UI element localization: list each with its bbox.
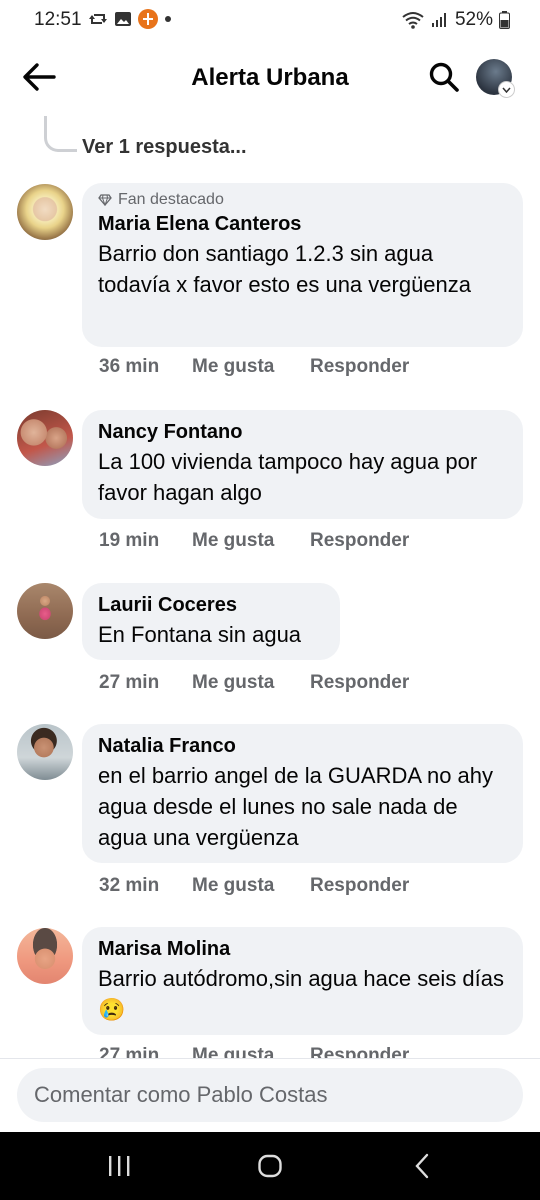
fan-badge: Fan destacado — [98, 191, 507, 209]
app-notification-icon — [138, 9, 158, 29]
comment-text: en el barrio angel de la GUARDA no ahy a… — [98, 763, 494, 850]
reply-button[interactable]: Responder — [310, 875, 409, 897]
comment-author[interactable]: Nancy Fontano — [98, 418, 507, 446]
reply-button[interactable]: Responder — [310, 530, 409, 552]
notification-icons — [88, 9, 172, 29]
comment-text: Barrio autódromo,sin agua hace seis días… — [98, 966, 505, 1022]
avatar[interactable] — [17, 184, 73, 240]
gallery-icon — [115, 12, 131, 26]
home-icon[interactable] — [256, 1152, 284, 1180]
like-button[interactable]: Me gusta — [192, 875, 310, 897]
chevron-left-icon[interactable] — [410, 1152, 434, 1180]
recents-icon[interactable] — [106, 1152, 132, 1180]
app-bar: Alerta Urbana — [0, 48, 540, 108]
comment-author[interactable]: Maria Elena Canteros — [98, 210, 507, 238]
comment-time: 36 min — [99, 356, 160, 377]
comment-text: La 100 vivienda tampoco hay agua por fav… — [98, 449, 478, 505]
sync-icon — [89, 14, 107, 24]
badge-label: Fan destacado — [118, 191, 224, 208]
profile-avatar[interactable] — [476, 59, 515, 98]
comment-author[interactable]: Marisa Molina — [98, 935, 507, 963]
like-button[interactable]: Me gusta — [192, 530, 310, 552]
avatar[interactable] — [17, 724, 73, 780]
reply-button[interactable]: Responder — [310, 672, 409, 694]
signal-icon — [431, 13, 446, 27]
dot-icon — [165, 16, 171, 22]
avatar[interactable] — [17, 583, 73, 639]
comment-input[interactable]: Comentar como Pablo Costas — [17, 1068, 523, 1122]
comment-time: 19 min — [99, 530, 160, 551]
comment-actions: 27 min Me gusta Responder — [99, 672, 409, 694]
diamond-icon — [98, 194, 112, 206]
thread-connector — [44, 116, 77, 152]
comment-actions: 36 min Me gusta Responder — [99, 356, 409, 378]
view-replies-link[interactable]: Ver 1 respuesta... — [82, 136, 247, 159]
comment-author[interactable]: Natalia Franco — [98, 732, 507, 760]
system-nav-bar — [0, 1132, 540, 1200]
comment-composer: Comentar como Pablo Costas — [0, 1059, 540, 1132]
reply-button[interactable]: Responder — [310, 356, 409, 378]
avatar[interactable] — [17, 928, 73, 984]
wifi-icon — [402, 12, 424, 29]
comment-author[interactable]: Laurii Coceres — [98, 591, 324, 619]
like-button[interactable]: Me gusta — [192, 356, 310, 378]
avatar[interactable] — [17, 410, 73, 466]
comment-time: 27 min — [99, 672, 160, 693]
battery-percent: 52% — [454, 9, 493, 30]
comment-time: 32 min — [99, 875, 160, 896]
status-bar: 12:51 52% — [0, 0, 540, 40]
comment-bubble[interactable]: Nancy Fontano La 100 vivienda tampoco ha… — [82, 410, 523, 519]
comment-actions: 19 min Me gusta Responder — [99, 530, 409, 552]
comment-text: En Fontana sin agua — [98, 622, 302, 647]
comment-bubble[interactable]: Laurii Coceres En Fontana sin agua — [82, 583, 340, 660]
status-time: 12:51 — [34, 9, 82, 30]
comment-bubble[interactable]: Natalia Franco en el barrio angel de la … — [82, 724, 523, 863]
comment-bubble[interactable]: Marisa Molina Barrio autódromo,sin agua … — [82, 927, 523, 1035]
like-button[interactable]: Me gusta — [192, 672, 310, 694]
search-icon[interactable] — [428, 61, 460, 93]
system-indicators: 52% — [401, 9, 510, 31]
comment-actions: 32 min Me gusta Responder — [99, 875, 409, 897]
comment-bubble[interactable]: Fan destacado Maria Elena Canteros Barri… — [82, 183, 523, 347]
comment-text: Barrio don santiago 1.2.3 sin agua todav… — [98, 241, 472, 297]
battery-icon — [499, 11, 510, 29]
chevron-down-icon — [498, 81, 515, 98]
